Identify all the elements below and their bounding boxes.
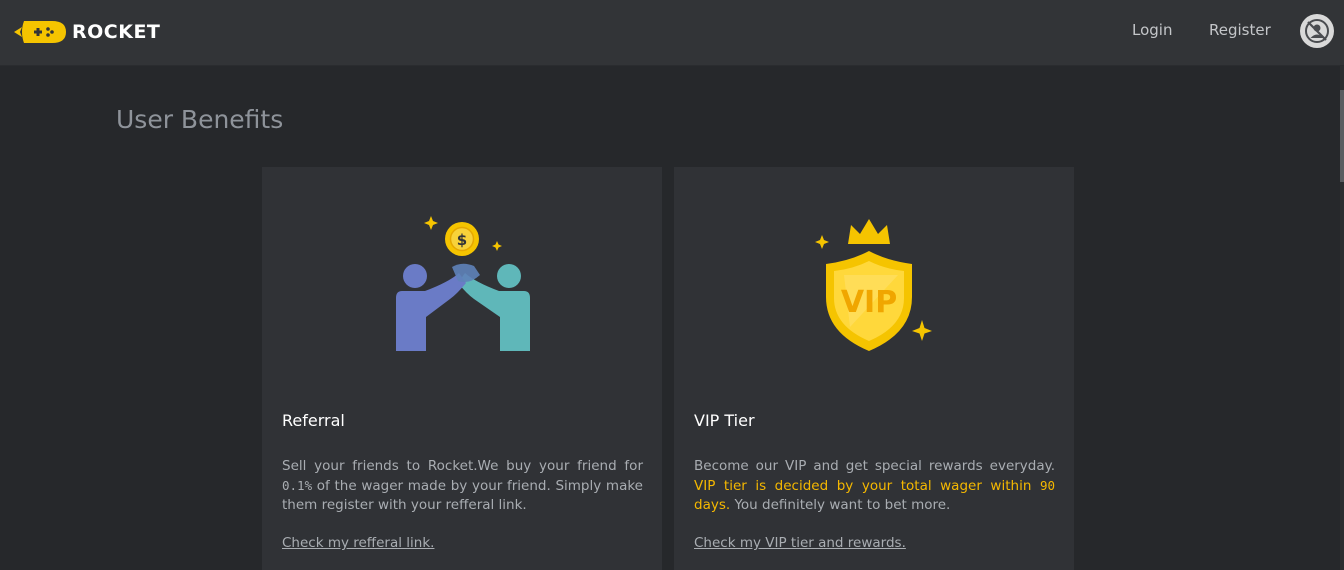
vip-highlight-text-1: VIP tier is decided by your total wager … [694, 478, 1040, 494]
referral-illustration: $ [262, 167, 662, 367]
referral-card: $ Referral Sell your friends to Rocket.W… [262, 167, 662, 570]
vip-badge-text: VIP [841, 285, 897, 320]
referral-rate-value: 0.1% [282, 478, 313, 493]
rocket-logo-icon [14, 21, 66, 43]
register-link[interactable]: Register [1209, 21, 1271, 39]
no-avatar-icon [1301, 15, 1333, 47]
card-title-vip: VIP Tier [694, 411, 755, 430]
vip-illustration: VIP [674, 167, 1074, 367]
card-title-referral: Referral [282, 411, 345, 430]
referral-high-five-icon: $ [396, 216, 530, 351]
scrollbar-thumb[interactable] [1340, 90, 1344, 182]
card-description-vip: Become our VIP and get special rewards e… [694, 457, 1055, 515]
top-navigation-bar: ROCKET Login Register [0, 0, 1344, 66]
user-avatar[interactable] [1300, 14, 1334, 48]
brand-name: ROCKET [72, 21, 161, 43]
card-description-referral: Sell your friends to Rocket.We buy your … [282, 457, 643, 515]
rocket-logo[interactable]: ROCKET [12, 15, 160, 49]
check-vip-tier-link[interactable]: Check my VIP tier and rewards. [694, 535, 906, 551]
vip-days-value: 90 [1039, 478, 1055, 493]
vip-tier-card: VIP VIP Tier Become our VIP and get spec… [674, 167, 1074, 570]
referral-desc-text-2: of the wager made by your friend. Simply… [282, 478, 643, 513]
svg-text:$: $ [457, 231, 467, 249]
vip-desc-text-1: Become our VIP and get special rewards e… [694, 458, 1055, 474]
page-title: User Benefits [116, 105, 284, 134]
check-referral-link[interactable]: Check my refferal link. [282, 535, 434, 551]
vip-desc-text-2: You definitely want to bet more. [730, 497, 951, 513]
vip-shield-icon: VIP [815, 219, 932, 351]
referral-desc-text-1: Sell your friends to Rocket.We buy your … [282, 458, 643, 474]
vip-highlight-text-2: days. [694, 497, 731, 513]
login-link[interactable]: Login [1132, 21, 1172, 39]
